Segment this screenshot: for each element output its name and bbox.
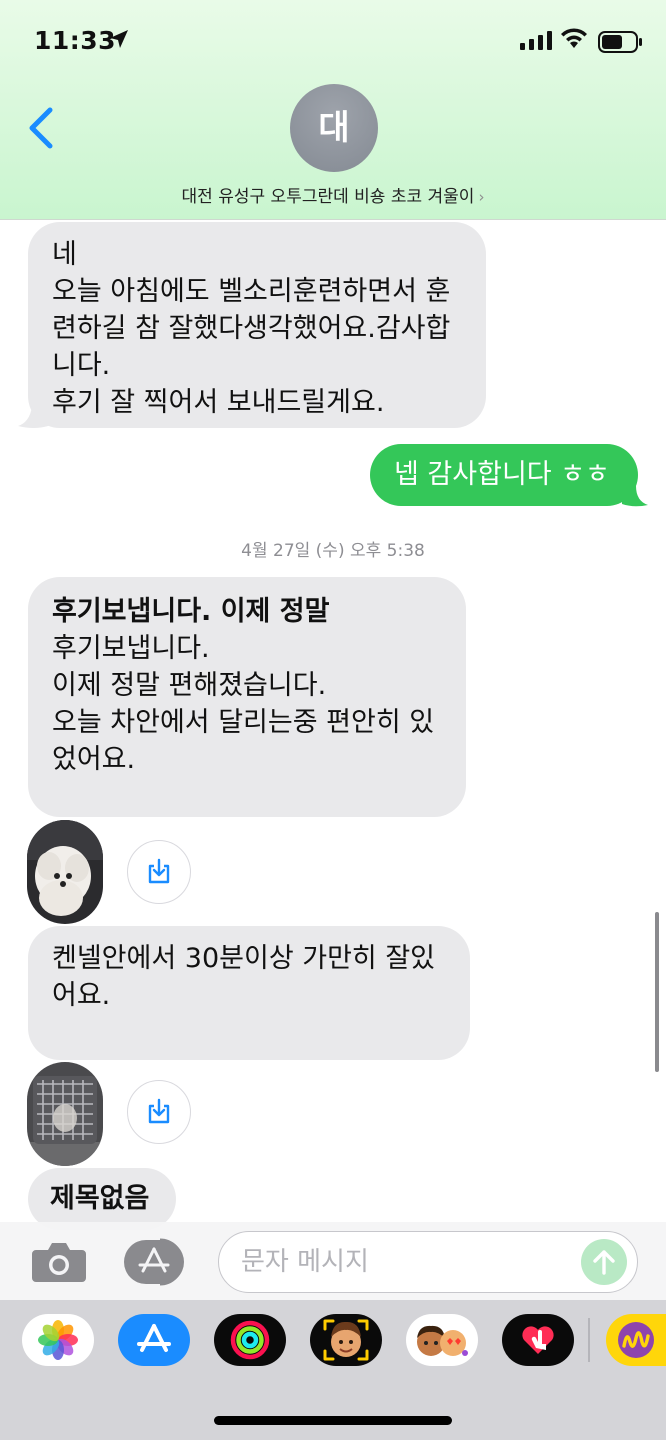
music-wave-icon (618, 1322, 654, 1358)
camera-icon[interactable] (30, 1240, 88, 1284)
message-bubble-received[interactable]: 후기보냅니다. 이제 정말 후기보냅니다. 이제 정말 편해졌습니다. 오늘 차… (28, 577, 466, 817)
music-app-icon[interactable] (606, 1314, 666, 1366)
app-store-glyph (137, 1324, 171, 1352)
memoji-stickers-icon[interactable] (406, 1314, 478, 1366)
conversation-header: 11:33 대 대전 유성구 오투그란데 비숑 초코 겨울이 › (0, 0, 666, 220)
message-bubble-received[interactable]: 제목없음 (28, 1168, 176, 1230)
dog-photo-thumbnail[interactable] (27, 820, 103, 924)
memoji-stickers-glyph (417, 1325, 468, 1356)
bubble-tail (622, 486, 648, 507)
heart-touch-icon (522, 1326, 554, 1354)
wifi-icon (561, 28, 587, 48)
kennel-photo-thumbnail[interactable] (27, 1062, 103, 1166)
imessage-app-drawer (0, 1300, 666, 1440)
message-line: 켄넬안에서 30분이상 가만히 잘있 (52, 943, 436, 974)
message-text: 넵 감사합니다 ㅎㅎ (394, 459, 610, 490)
message-bubble-received[interactable]: 켄넬안에서 30분이상 가만히 잘있 어요. (28, 926, 470, 1060)
dog-photo-image (27, 820, 103, 924)
contact-avatar[interactable]: 대 (290, 84, 378, 172)
kennel-photo-image (27, 1062, 103, 1166)
activity-rings-icon (230, 1320, 270, 1360)
cellular-signal-icon (520, 31, 552, 50)
message-bubble-received[interactable]: 네 오늘 아침에도 벨소리훈련하면서 훈 련하길 참 잘했다생각했어요.감사합 … (28, 222, 486, 428)
contact-name: 대전 유성구 오투그란데 비숑 초코 겨울이 (181, 187, 475, 207)
message-line: 니다. (52, 350, 111, 381)
message-input[interactable] (241, 1246, 571, 1278)
photos-icon (38, 1320, 78, 1360)
message-line: 련하길 참 잘했다생각했어요.감사합 (52, 313, 451, 344)
message-line: 오늘 아침에도 벨소리훈련하면서 훈 (52, 276, 451, 307)
scrollbar[interactable] (655, 912, 659, 1072)
message-text: 제목없음 (50, 1183, 150, 1214)
home-indicator[interactable] (214, 1416, 452, 1425)
photos-app-icon[interactable] (22, 1314, 94, 1366)
digital-touch-icon[interactable] (502, 1314, 574, 1366)
message-line: 후기 잘 찍어서 보내드릴게요. (52, 387, 385, 418)
arrow-up-icon (593, 1250, 615, 1275)
download-button[interactable] (127, 1080, 191, 1144)
message-timestamp: 4월 27일 (수) 오후 5:38 (241, 541, 425, 561)
app-store-button-icon[interactable] (122, 1238, 190, 1286)
message-input-field[interactable] (218, 1231, 638, 1293)
memoji-icon[interactable] (310, 1314, 382, 1366)
download-icon (148, 858, 170, 884)
memoji-face-icon (323, 1319, 369, 1361)
chevron-right-icon: › (478, 188, 485, 206)
message-line: 오늘 차안에서 달리는중 편안히 있 (52, 707, 435, 738)
location-arrow-icon (110, 30, 128, 48)
download-icon (148, 1098, 170, 1124)
message-bubble-sent[interactable]: 넵 감사합니다 ㅎㅎ (370, 444, 638, 506)
message-line: 었어요. (52, 744, 136, 775)
message-line: 이제 정말 편해졌습니다. (52, 670, 327, 701)
status-bar: 11:33 (0, 22, 666, 62)
back-chevron-icon[interactable] (26, 106, 54, 150)
app-store-icon[interactable] (118, 1314, 190, 1366)
fitness-icon[interactable] (214, 1314, 286, 1366)
battery-icon (598, 31, 642, 53)
message-subject: 후기보냅니다. 이제 정말 (52, 596, 330, 627)
message-line: 후기보냅니다. (52, 633, 210, 664)
send-button[interactable] (581, 1239, 627, 1285)
download-button[interactable] (127, 840, 191, 904)
drawer-divider (588, 1318, 590, 1362)
status-time: 11:33 (34, 26, 117, 55)
contact-name-button[interactable]: 대전 유성구 오투그란데 비숑 초코 겨울이 › (0, 182, 666, 207)
message-line: 어요. (52, 980, 111, 1011)
bubble-tail (18, 406, 48, 428)
message-line: 네 (52, 239, 77, 270)
